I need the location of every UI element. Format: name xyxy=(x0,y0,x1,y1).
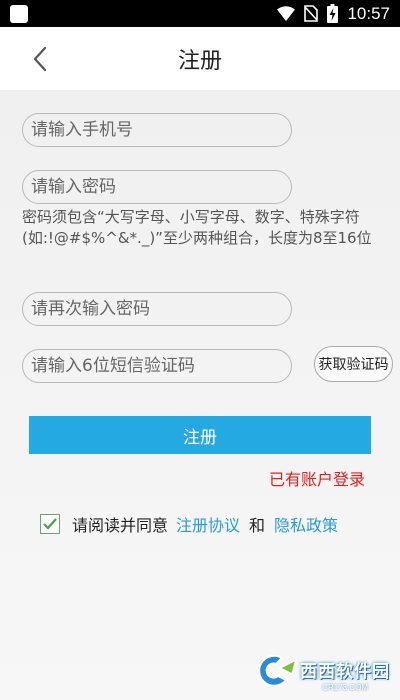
terms-link[interactable]: 注册协议 xyxy=(176,512,240,536)
password-input[interactable] xyxy=(22,170,292,204)
watermark: 西西软件园 CR173.COM xyxy=(252,654,390,692)
agreement-and: 和 xyxy=(249,516,266,535)
password-hint: 密码须包含“大写字母、小写字母、数字、特殊字符(如:!@#$%^&*._)”至少… xyxy=(22,208,372,247)
agree-checkbox[interactable] xyxy=(40,514,60,534)
no-sim-icon xyxy=(304,5,319,22)
agreement-row: 请阅读并同意 注册协议 和 隐私政策 xyxy=(40,512,338,536)
app-square-icon xyxy=(10,4,28,23)
phone-input[interactable] xyxy=(22,113,292,147)
confirm-password-input[interactable] xyxy=(22,292,292,326)
watermark-text: 西西软件园 xyxy=(300,661,390,682)
get-code-button[interactable]: 获取验证码 xyxy=(314,346,393,382)
wifi-icon xyxy=(277,6,296,21)
chevron-left-icon xyxy=(33,46,47,72)
watermark-sub: CR173.COM xyxy=(322,683,368,692)
page-title: 注册 xyxy=(177,48,222,74)
status-time: 10:57 xyxy=(347,3,390,23)
agreement-prefix: 请阅读并同意 xyxy=(72,516,169,535)
battery-charging-icon xyxy=(327,4,339,23)
watermark-logo-icon xyxy=(258,654,298,687)
back-button[interactable] xyxy=(22,41,58,77)
register-button[interactable]: 注册 xyxy=(29,416,371,454)
status-bar: 10:57 xyxy=(0,0,400,27)
header: 注册 xyxy=(0,27,400,90)
checkmark-icon xyxy=(43,518,57,530)
sms-code-input[interactable] xyxy=(22,349,292,383)
privacy-link[interactable]: 隐私政策 xyxy=(274,512,338,536)
register-form: 密码须包含“大写字母、小写字母、数字、特殊字符(如:!@#$%^&*._)”至少… xyxy=(0,90,400,700)
login-link[interactable]: 已有账户登录 xyxy=(269,466,365,490)
